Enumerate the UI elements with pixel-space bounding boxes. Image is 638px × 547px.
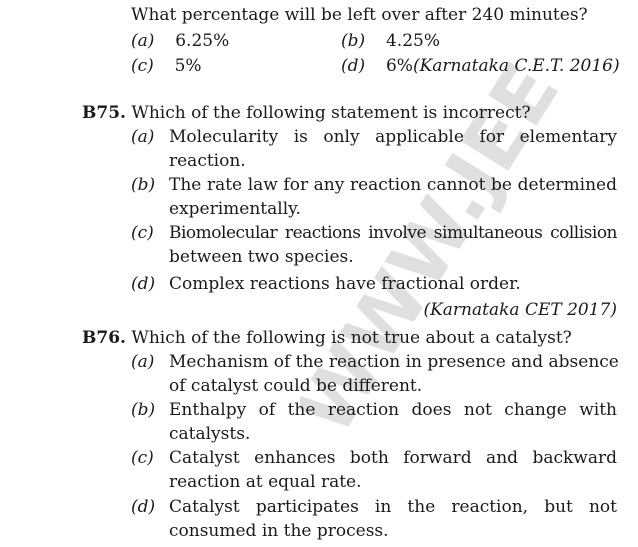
option-label: (d): [341, 56, 366, 76]
q76-option-c-line2: reaction at equal rate.: [169, 472, 362, 492]
q75-question: B75. Which of the following statement is…: [82, 102, 531, 124]
q76-option-b-label: (b): [131, 400, 156, 420]
q76-option-b-line1: Enthalpy of the reaction does not change…: [169, 400, 617, 420]
option-text: 6.25%: [175, 31, 230, 51]
q75-option-c-line2: between two species.: [169, 247, 354, 267]
q74-option-d: (d) 6%(Karnataka C.E.T. 2016): [341, 55, 620, 77]
q75-option-a-label: (a): [131, 127, 155, 147]
q74-option-c: (c) 5%: [131, 55, 202, 77]
q76-option-c-line1: Catalyst enhances both forward and backw…: [169, 448, 617, 468]
q74-stem-tail: What percentage will be left over after …: [131, 5, 588, 25]
q76-option-d-line2: consumed in the process.: [169, 521, 389, 541]
q75-option-c-label: (c): [131, 223, 154, 243]
q75-option-b-line2: experimentally.: [169, 199, 301, 219]
option-text: 5%: [174, 56, 202, 76]
q75-option-a-line2: reaction.: [169, 151, 246, 171]
q75-option-c-line1: Biomolecular reactions involve simultane…: [169, 223, 618, 243]
q75-source-citation: (Karnataka CET 2017): [423, 300, 617, 320]
q76-option-d-label: (d): [131, 497, 156, 517]
question-number: B75.: [82, 103, 126, 123]
q74-option-b: (b) 4.25%: [341, 30, 440, 52]
option-text: 4.25%: [385, 31, 440, 51]
option-text: 6%: [385, 56, 413, 76]
q76-option-c-label: (c): [131, 448, 154, 468]
q76-option-a-label: (a): [131, 352, 155, 372]
source-citation: (Karnataka C.E.T. 2016): [412, 56, 620, 76]
option-label: (b): [341, 31, 366, 51]
q75-option-d-line1: Complex reactions have fractional order.: [169, 274, 521, 294]
q76-option-a-line1: Mechanism of the reaction in presence an…: [169, 352, 619, 372]
option-label: (a): [131, 31, 155, 51]
question-stem: Which of the following statement is inco…: [131, 103, 531, 123]
question-stem: Which of the following is not true about…: [131, 328, 572, 348]
q76-option-b-line2: catalysts.: [169, 424, 251, 444]
q76-option-d-line1: Catalyst participates in the reaction, b…: [169, 497, 617, 517]
q75-option-a-line1: Molecularity is only applicable for elem…: [169, 127, 617, 147]
q74-option-a: (a) 6.25%: [131, 30, 229, 52]
q76-option-a-line2: of catalyst could be different.: [169, 376, 423, 396]
q76-question: B76. Which of the following is not true …: [82, 327, 572, 349]
document-page: What percentage will be left over after …: [0, 0, 638, 547]
option-label: (c): [131, 56, 154, 76]
question-number: B76.: [82, 328, 126, 348]
q75-option-b-line1: The rate law for any reaction cannot be …: [169, 175, 617, 195]
q75-option-b-label: (b): [131, 175, 156, 195]
q75-option-d-label: (d): [131, 274, 156, 294]
